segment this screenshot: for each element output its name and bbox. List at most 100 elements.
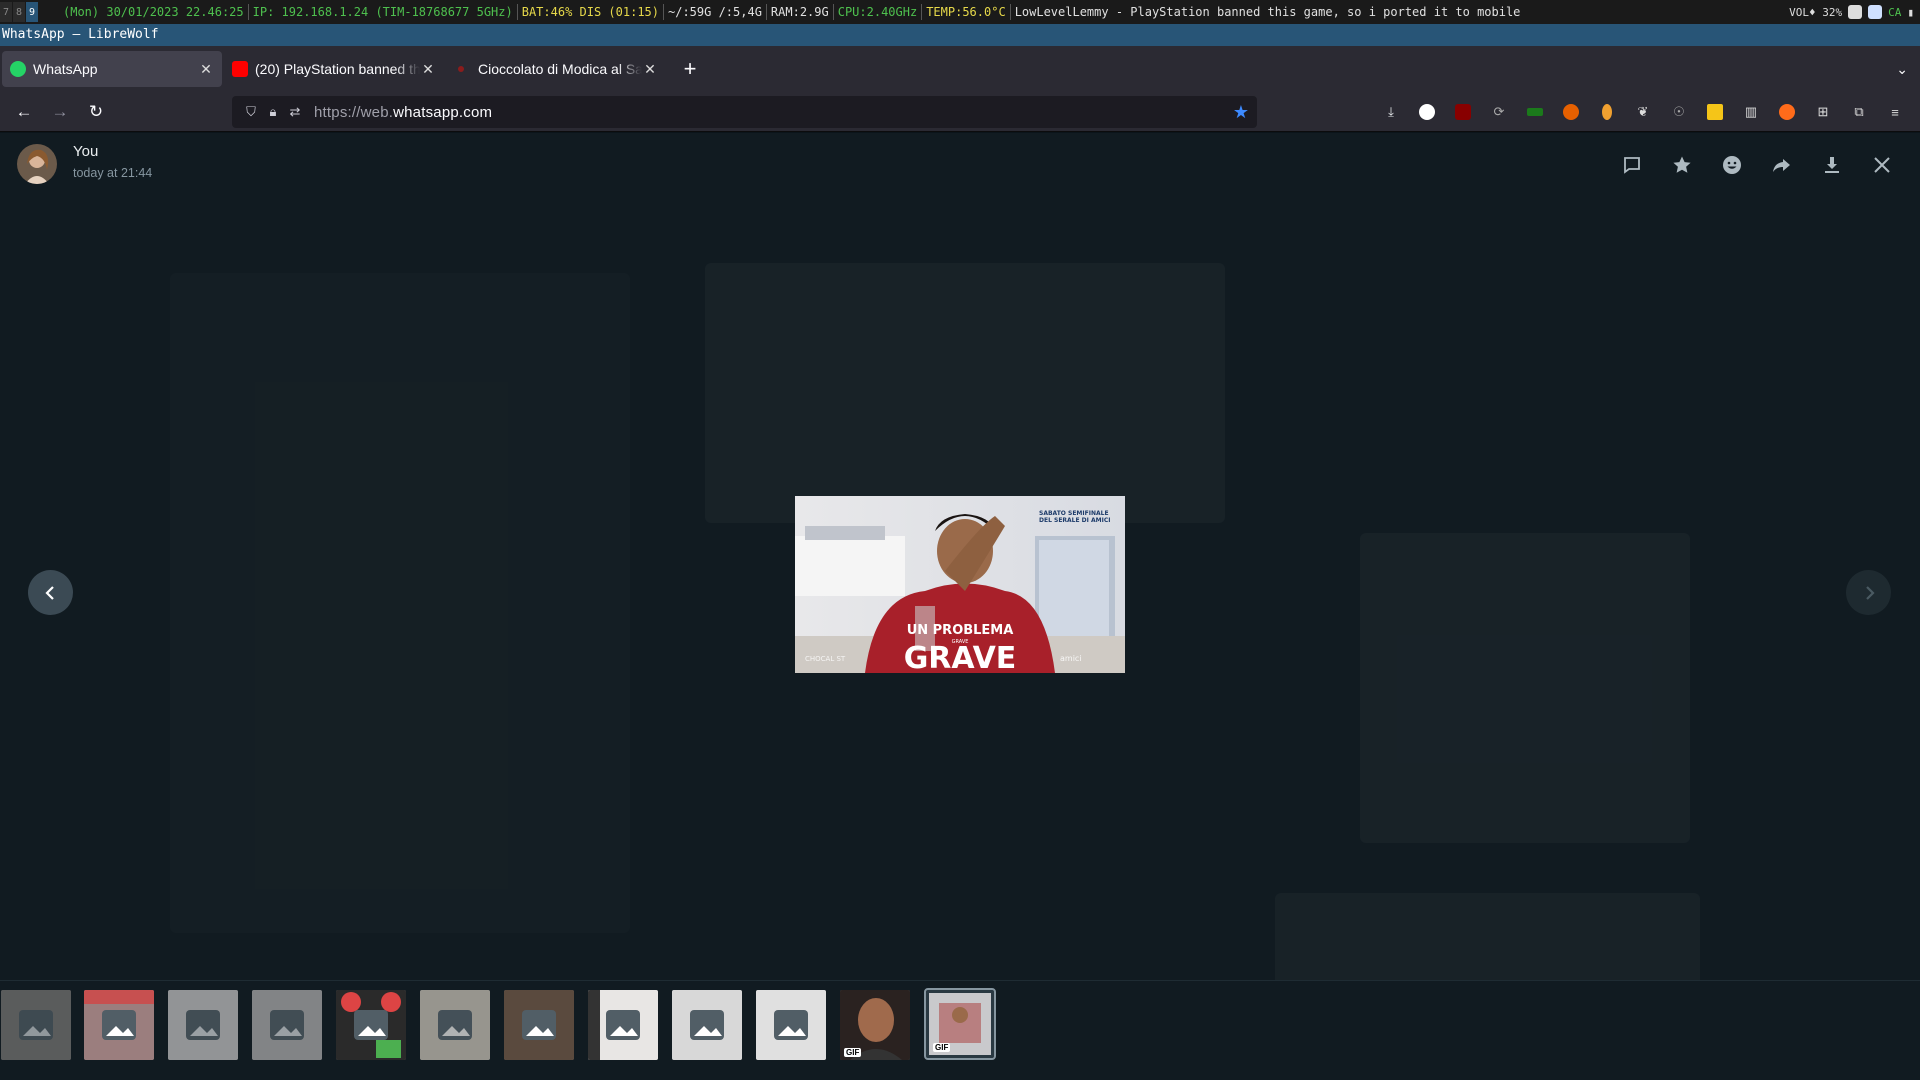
gif-badge: GIF xyxy=(844,1048,862,1057)
extension-green-icon[interactable] xyxy=(1522,96,1548,128)
extension-grid-icon[interactable]: ⊞ xyxy=(1810,96,1836,128)
workspace-7[interactable]: 7 xyxy=(0,2,12,22)
close-icon[interactable]: ✕ xyxy=(420,61,436,78)
forward-icon[interactable] xyxy=(1764,147,1800,183)
background-message xyxy=(705,263,1225,523)
background-chat-list xyxy=(170,273,630,933)
menu-icon[interactable]: ≡ xyxy=(1882,96,1908,128)
workspace-8[interactable]: 8 xyxy=(13,2,25,22)
message-timestamp: today at 21:44 xyxy=(73,166,153,180)
status-ip: IP: 192.168.1.24 (TIM-18768677 5GHz) xyxy=(249,4,518,20)
shield-icon[interactable]: ⛉ xyxy=(240,104,262,120)
tab-title: Cioccolato di Modica al Sa xyxy=(478,61,642,77)
extension-swirl-icon[interactable]: ☉ xyxy=(1666,96,1692,128)
svg-text:CHOCAL ST: CHOCAL ST xyxy=(805,655,846,663)
sync-icon[interactable]: ⟳ xyxy=(1486,96,1512,128)
tab-bar: WhatsApp ✕ (20) PlayStation banned thi ✕… xyxy=(0,46,1920,92)
thumbnail-image[interactable] xyxy=(420,990,490,1060)
discord-icon[interactable] xyxy=(1848,5,1863,19)
status-media: LowLevelLemmy - PlayStation banned this … xyxy=(1014,5,1521,19)
background-message xyxy=(1360,533,1690,843)
viewer-header: You today at 21:44 xyxy=(0,133,1920,195)
close-icon[interactable]: ✕ xyxy=(642,61,658,78)
media-gif-preview[interactable]: SABATO SEMIFINALE DEL SERALE DI AMICI UN… xyxy=(795,496,1125,673)
page-favicon-icon xyxy=(458,66,464,72)
lock-icon[interactable]: 🔒︎ xyxy=(262,104,284,120)
tab-title: WhatsApp xyxy=(33,61,98,77)
workspace-9[interactable]: 9 xyxy=(26,2,38,22)
reload-icon[interactable]: ↻ xyxy=(80,96,112,128)
media-tag-text: SABATO SEMIFINALE xyxy=(1039,510,1109,517)
list-all-tabs-button[interactable]: ⌄ xyxy=(1896,61,1908,78)
system-status-bar: 7 8 9 (Mon) 30/01/2023 22.46:25 IP: 192.… xyxy=(0,0,1920,24)
forward-icon[interactable]: → xyxy=(44,96,76,128)
download-icon[interactable] xyxy=(1814,147,1850,183)
library-icon[interactable]: ▥ xyxy=(1738,96,1764,128)
thumbnail-gif[interactable]: GIF xyxy=(840,990,910,1060)
dropbox-icon[interactable] xyxy=(1868,5,1883,19)
extension-leaf-icon[interactable]: ❦ xyxy=(1630,96,1656,128)
system-tray: VOL♦ 32% CA ▮ xyxy=(1789,5,1920,19)
reply-icon[interactable] xyxy=(1614,147,1650,183)
url-domain: whatsapp.com xyxy=(393,103,493,121)
extension-w-icon[interactable] xyxy=(1702,96,1728,128)
thumbnail-image[interactable] xyxy=(336,990,406,1060)
thumbnail-image[interactable] xyxy=(504,990,574,1060)
star-icon[interactable] xyxy=(1664,147,1700,183)
status-locale: CA xyxy=(1888,5,1902,19)
downloads-icon[interactable]: ⤓ xyxy=(1378,96,1404,128)
tab-whatsapp[interactable]: WhatsApp ✕ xyxy=(2,51,222,87)
url-prefix: https://web. xyxy=(314,103,394,121)
status-volume: VOL♦ 32% xyxy=(1789,5,1843,19)
sender-name: You xyxy=(73,143,99,160)
tab-youtube[interactable]: (20) PlayStation banned thi ✕ xyxy=(224,51,444,87)
media-caption-line1: UN PROBLEMA xyxy=(907,623,1014,638)
svg-text:amici: amici xyxy=(1060,654,1082,663)
media-viewer: You today at 21:44 SABATO SEMIFINALE DEL… xyxy=(0,133,1920,1080)
url-bar[interactable]: ⛉ 🔒︎ ⇄ https://web.whatsapp.com ★ xyxy=(232,96,1257,128)
youtube-icon xyxy=(232,61,248,77)
status-disk: ~/:59G /:5,4G xyxy=(664,4,767,20)
status-ram: RAM:2.9G xyxy=(767,4,834,20)
extension-fox-icon[interactable] xyxy=(1558,96,1584,128)
back-icon[interactable]: ← xyxy=(8,96,40,128)
status-datetime: (Mon) 30/01/2023 22.46:25 xyxy=(59,4,249,20)
close-icon[interactable] xyxy=(1864,147,1900,183)
media-caption-line2: GRAVE xyxy=(904,641,1017,673)
whatsapp-icon xyxy=(10,61,26,77)
navigation-toolbar: ← → ↻ ⛉ 🔒︎ ⇄ https://web.whatsapp.com ★ … xyxy=(0,92,1920,132)
viewer-actions xyxy=(1614,147,1900,183)
svg-text:DEL SERALE DI AMICI: DEL SERALE DI AMICI xyxy=(1039,517,1110,524)
thumbnail-image[interactable] xyxy=(672,990,742,1060)
tab-title: (20) PlayStation banned thi xyxy=(255,61,420,77)
extension-c-icon[interactable] xyxy=(1414,96,1440,128)
previous-media-button[interactable] xyxy=(28,570,73,615)
permissions-icon[interactable]: ⇄ xyxy=(284,104,306,120)
close-icon[interactable]: ✕ xyxy=(198,61,214,78)
extensions-puzzle-icon[interactable]: ⧉ xyxy=(1846,96,1872,128)
wifi-icon: ▮ xyxy=(1907,5,1914,19)
gif-badge: GIF xyxy=(933,1043,951,1052)
thumbnail-gif-selected[interactable]: GIF xyxy=(924,988,996,1060)
avatar[interactable] xyxy=(17,144,57,184)
tab-cioccolato[interactable]: Cioccolato di Modica al Sa ✕ xyxy=(446,51,666,87)
thumbnail-image[interactable] xyxy=(84,990,154,1060)
thumbnail-image[interactable] xyxy=(756,990,826,1060)
extension-toolbar: ⤓ ⟳ ❦ ☉ ▥ ⊞ ⧉ ≡ xyxy=(1378,96,1908,128)
thumbnail-image[interactable] xyxy=(252,990,322,1060)
status-battery: BAT:46% DIS (01:15) xyxy=(518,4,664,20)
ublock-icon[interactable] xyxy=(1450,96,1476,128)
thumbnail-image[interactable] xyxy=(588,990,658,1060)
emoji-icon[interactable] xyxy=(1714,147,1750,183)
extension-orange-icon[interactable] xyxy=(1774,96,1800,128)
window-title: WhatsApp — LibreWolf xyxy=(0,24,1920,46)
thumbnail-image[interactable] xyxy=(1,990,71,1060)
status-cpu: CPU:2.40GHz xyxy=(834,4,923,20)
extension-drop-icon[interactable] xyxy=(1594,96,1620,128)
new-tab-button[interactable]: + xyxy=(674,53,706,85)
bookmark-star-icon[interactable]: ★ xyxy=(1233,102,1249,123)
thumbnail-image[interactable] xyxy=(168,990,238,1060)
next-media-button[interactable] xyxy=(1846,570,1891,615)
url-text[interactable]: https://web.whatsapp.com xyxy=(314,104,492,121)
status-temp: TEMP:56.0°C xyxy=(922,4,1011,20)
